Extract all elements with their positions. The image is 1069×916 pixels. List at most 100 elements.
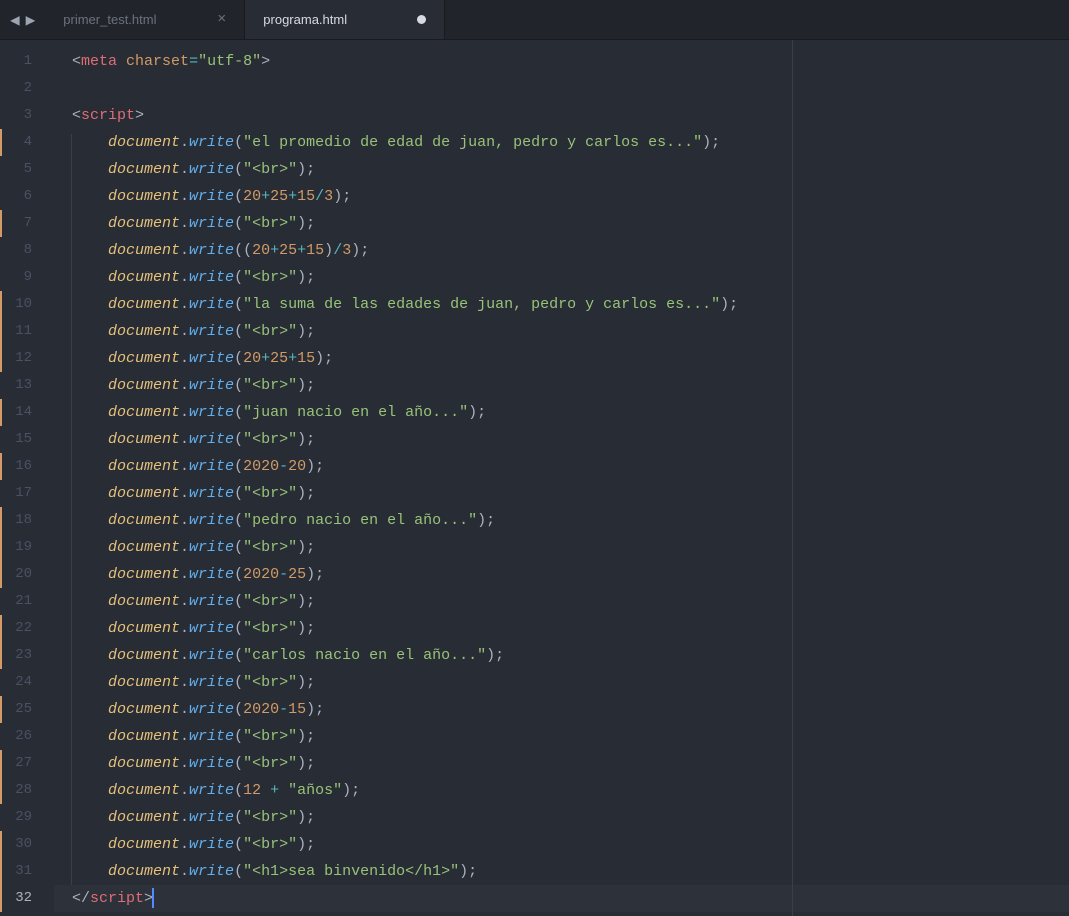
- token-str: "<h1>sea binvenido</h1>": [243, 863, 459, 880]
- line-number[interactable]: 17: [0, 480, 40, 507]
- code-line[interactable]: <meta charset="utf-8">: [72, 48, 1069, 75]
- line-number[interactable]: 1: [0, 48, 40, 75]
- token-method: write: [189, 377, 234, 394]
- token-op: +: [261, 188, 270, 205]
- close-icon[interactable]: ×: [217, 11, 226, 28]
- modified-dot-icon[interactable]: [417, 15, 426, 24]
- line-number[interactable]: 6: [0, 183, 40, 210]
- code-line[interactable]: document.write("carlos nacio en el año..…: [72, 642, 1069, 669]
- token-str: "<br>": [243, 674, 297, 691]
- token-op: -: [279, 458, 288, 475]
- token-bracket: (: [234, 458, 243, 475]
- code-line[interactable]: document.write("<br>");: [72, 723, 1069, 750]
- token-num: 3: [342, 242, 351, 259]
- line-number[interactable]: 8: [0, 237, 40, 264]
- token-bracket: (: [234, 782, 243, 799]
- line-number[interactable]: 4: [0, 129, 40, 156]
- line-number[interactable]: 14: [0, 399, 40, 426]
- code-line[interactable]: document.write(2020-25);: [72, 561, 1069, 588]
- line-number[interactable]: 15: [0, 426, 40, 453]
- line-number[interactable]: 23: [0, 642, 40, 669]
- line-number[interactable]: 11: [0, 318, 40, 345]
- code-line[interactable]: document.write("<br>");: [72, 804, 1069, 831]
- code-line[interactable]: document.write("<br>");: [72, 615, 1069, 642]
- code-line[interactable]: document.write("<br>");: [72, 156, 1069, 183]
- line-number[interactable]: 18: [0, 507, 40, 534]
- line-number[interactable]: 21: [0, 588, 40, 615]
- token-var: document: [108, 728, 180, 745]
- token-punct: .: [180, 674, 189, 691]
- code-line[interactable]: document.write("<br>");: [72, 210, 1069, 237]
- token-punct: ;: [306, 728, 315, 745]
- line-number[interactable]: 16: [0, 453, 40, 480]
- token-var: document: [108, 755, 180, 772]
- line-number[interactable]: 31: [0, 858, 40, 885]
- line-number[interactable]: 20: [0, 561, 40, 588]
- token-num: 25: [279, 242, 297, 259]
- code-line[interactable]: document.write(2020-15);: [72, 696, 1069, 723]
- code-line[interactable]: document.write(20+25+15);: [72, 345, 1069, 372]
- line-number[interactable]: 12: [0, 345, 40, 372]
- line-number[interactable]: 10: [0, 291, 40, 318]
- token-var: document: [108, 404, 180, 421]
- line-number[interactable]: 24: [0, 669, 40, 696]
- code-line[interactable]: document.write("<br>");: [72, 831, 1069, 858]
- line-number[interactable]: 5: [0, 156, 40, 183]
- token-punct: ;: [315, 458, 324, 475]
- token-punct: .: [180, 134, 189, 151]
- code-line[interactable]: document.write("<br>");: [72, 480, 1069, 507]
- tab-programa-html[interactable]: programa.html: [245, 0, 445, 39]
- gutter: 1234567891011121314151617181920212223242…: [0, 40, 54, 916]
- line-number[interactable]: 19: [0, 534, 40, 561]
- code-area[interactable]: <meta charset="utf-8"> <script> document.…: [54, 40, 1069, 916]
- line-number[interactable]: 22: [0, 615, 40, 642]
- code-line[interactable]: document.write("el promedio de edad de j…: [72, 129, 1069, 156]
- line-number[interactable]: 9: [0, 264, 40, 291]
- code-line[interactable]: document.write("<br>");: [72, 426, 1069, 453]
- token-num: 15: [288, 701, 306, 718]
- line-number[interactable]: 3: [0, 102, 40, 129]
- line-number[interactable]: 27: [0, 750, 40, 777]
- line-number[interactable]: 26: [0, 723, 40, 750]
- code-line[interactable]: document.write(2020-20);: [72, 453, 1069, 480]
- code-line[interactable]: [72, 75, 1069, 102]
- line-number[interactable]: 25: [0, 696, 40, 723]
- token-punct: ;: [306, 323, 315, 340]
- code-line[interactable]: document.write("<h1>sea binvenido</h1>")…: [72, 858, 1069, 885]
- code-line[interactable]: document.write("<br>");: [72, 669, 1069, 696]
- line-number[interactable]: 29: [0, 804, 40, 831]
- line-number[interactable]: 7: [0, 210, 40, 237]
- code-line[interactable]: document.write("<br>");: [72, 750, 1069, 777]
- token-num: 20: [288, 458, 306, 475]
- token-str: "<br>": [243, 836, 297, 853]
- line-number[interactable]: 30: [0, 831, 40, 858]
- code-line[interactable]: document.write(20+25+15/3);: [72, 183, 1069, 210]
- code-line[interactable]: document.write(12 + "años");: [72, 777, 1069, 804]
- line-number[interactable]: 32: [0, 885, 40, 912]
- code-line[interactable]: document.write("juan nacio en el año..."…: [72, 399, 1069, 426]
- code-line[interactable]: document.write((20+25+15)/3);: [72, 237, 1069, 264]
- token-var: document: [108, 782, 180, 799]
- code-line[interactable]: document.write("la suma de las edades de…: [72, 291, 1069, 318]
- nav-forward-icon[interactable]: ▶: [26, 10, 36, 30]
- code-line[interactable]: document.write("<br>");: [72, 372, 1069, 399]
- code-line[interactable]: document.write("<br>");: [72, 588, 1069, 615]
- token-punct: .: [180, 215, 189, 232]
- token-punct: .: [180, 782, 189, 799]
- code-line[interactable]: document.write("<br>");: [72, 534, 1069, 561]
- line-number[interactable]: 28: [0, 777, 40, 804]
- line-number[interactable]: 2: [0, 75, 40, 102]
- token-method: write: [189, 431, 234, 448]
- token-str: "<br>": [243, 431, 297, 448]
- nav-back-icon[interactable]: ◀: [10, 10, 20, 30]
- code-line[interactable]: document.write("<br>");: [72, 264, 1069, 291]
- token-punct: .: [180, 512, 189, 529]
- tab-primer_test-html[interactable]: primer_test.html×: [45, 0, 245, 39]
- code-line[interactable]: document.write("<br>");: [72, 318, 1069, 345]
- code-line[interactable]: document.write("pedro nacio en el año...…: [72, 507, 1069, 534]
- token-str: "<br>": [243, 593, 297, 610]
- diff-modified-marker: [0, 129, 2, 156]
- line-number[interactable]: 13: [0, 372, 40, 399]
- code-line[interactable]: <script>: [72, 102, 1069, 129]
- code-line[interactable]: </script>: [54, 885, 1069, 912]
